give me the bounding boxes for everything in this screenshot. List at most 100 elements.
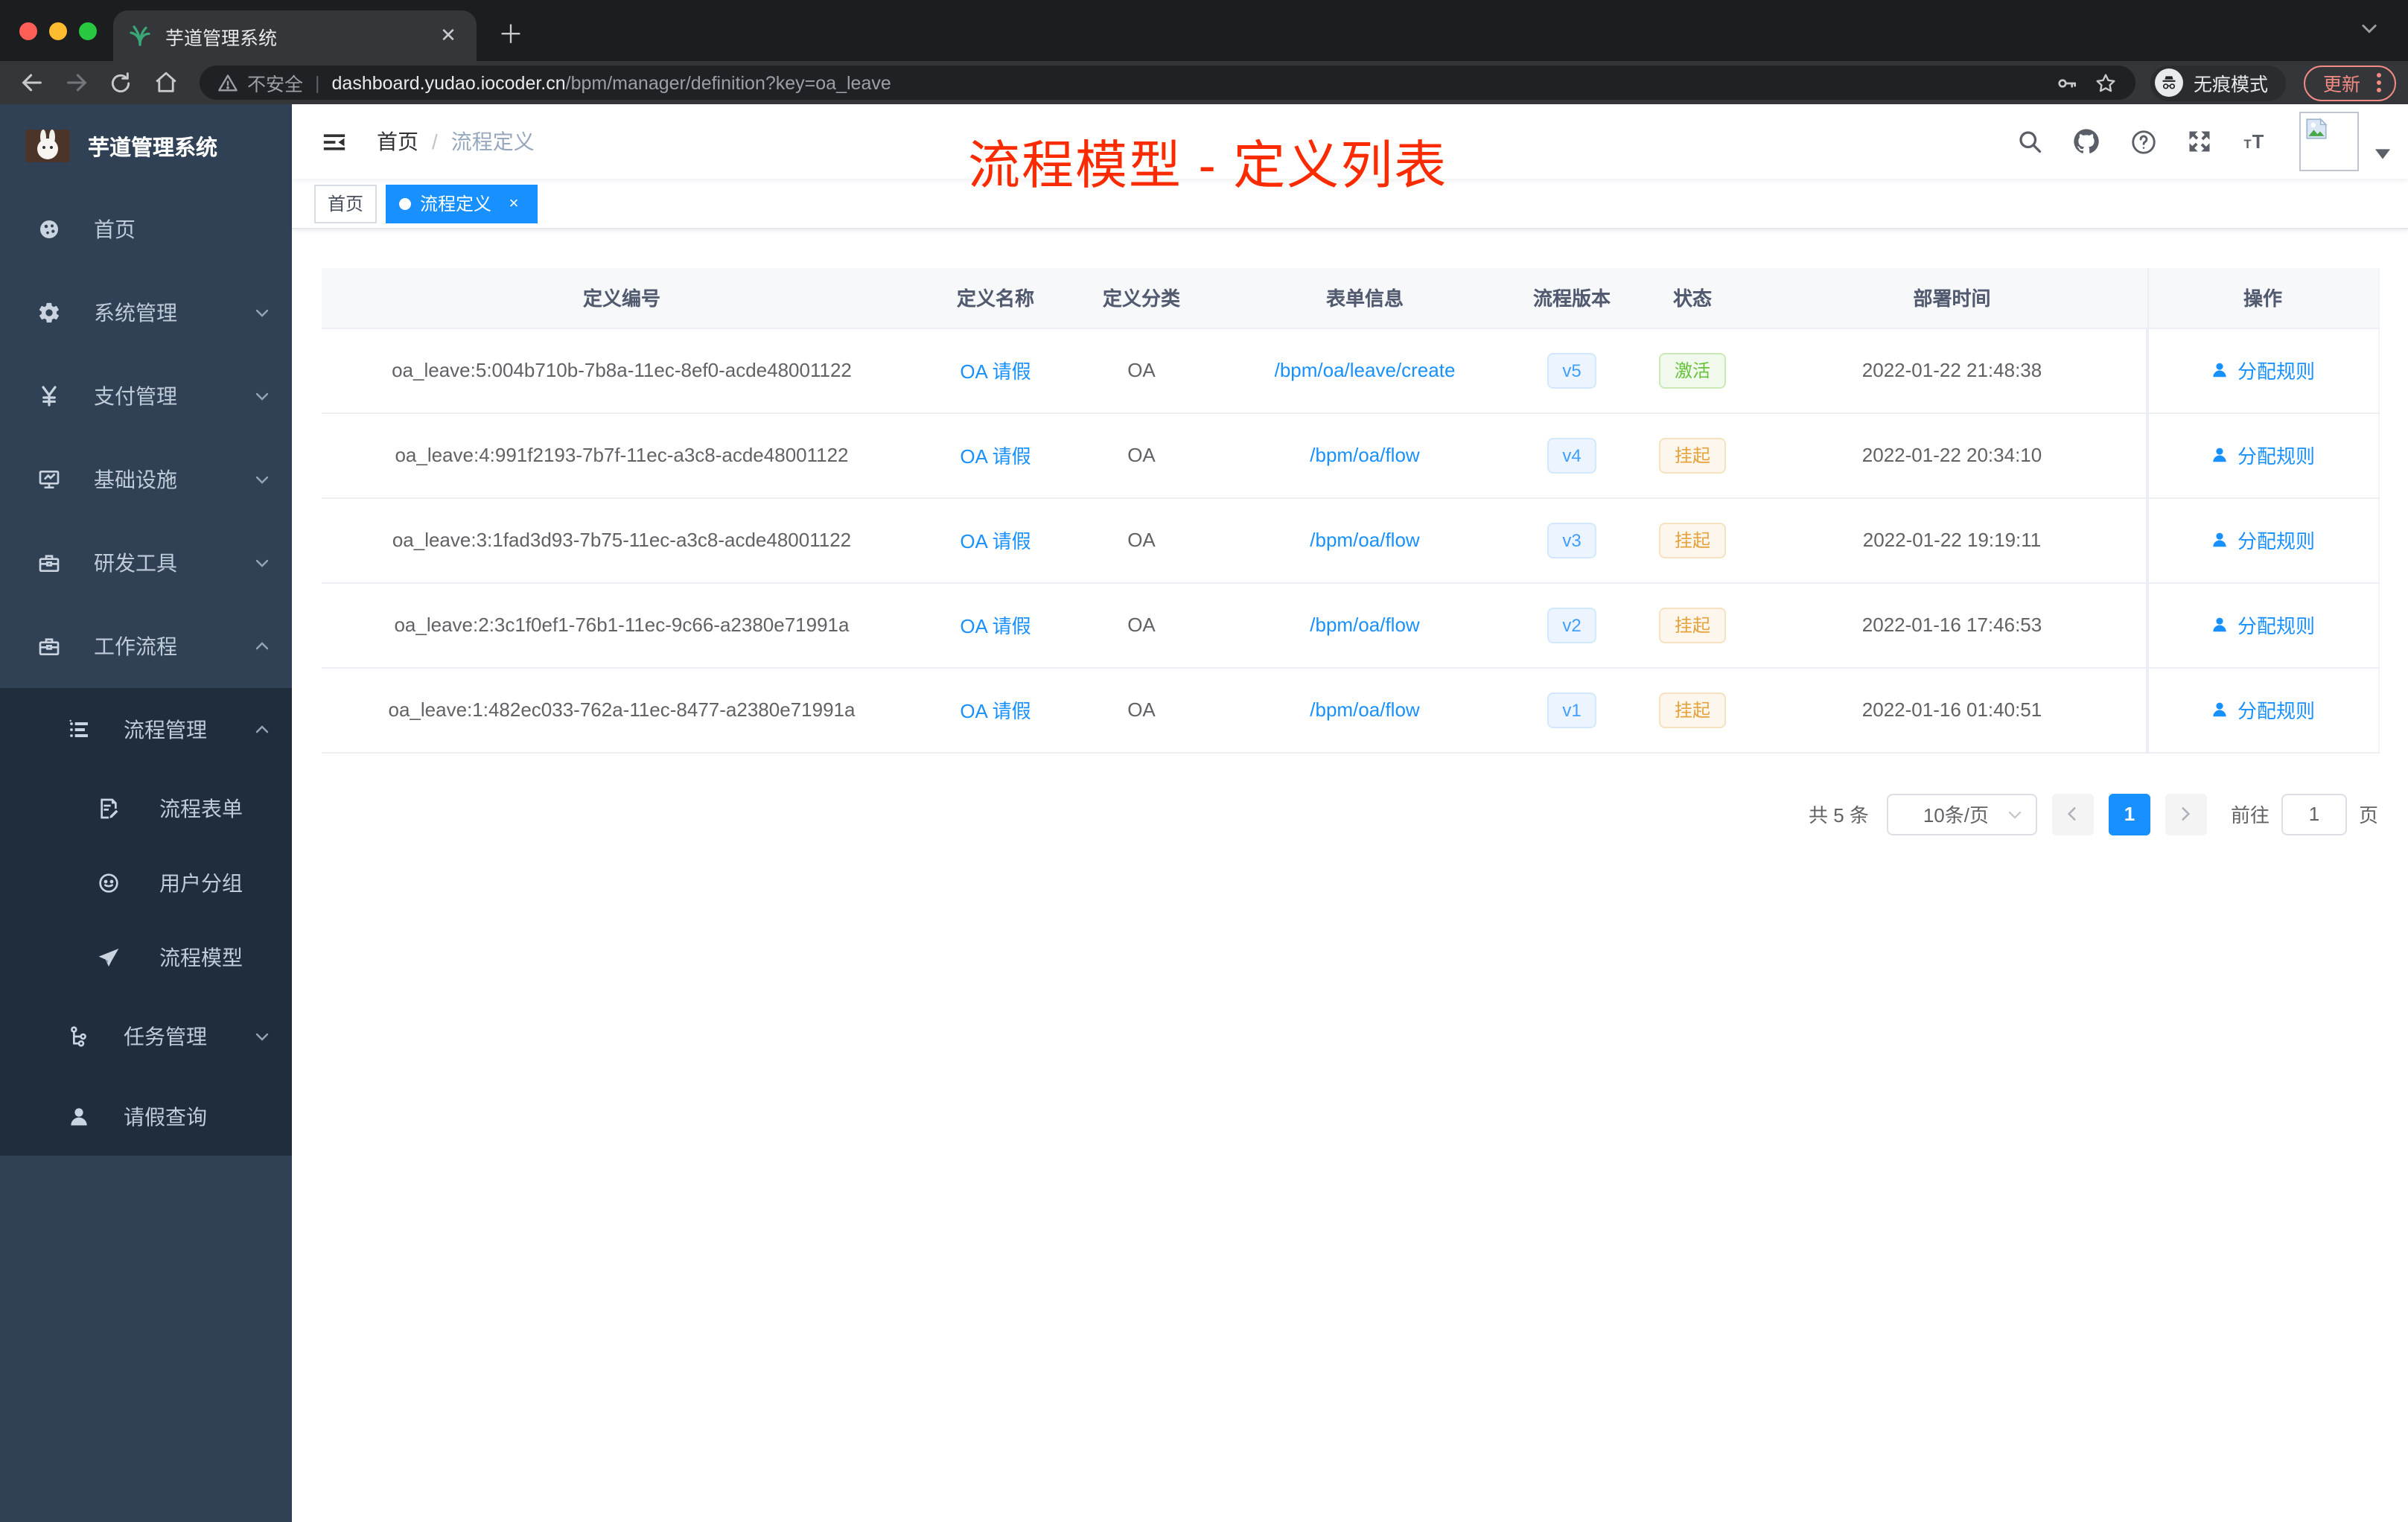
chevron-up-icon bbox=[255, 725, 269, 733]
breadcrumb: 首页 / 流程定义 bbox=[377, 127, 535, 156]
sidebar-item-label: 流程表单 bbox=[159, 797, 243, 821]
column-header-status: 状态 bbox=[1628, 268, 1757, 328]
sidebar-item-label: 支付管理 bbox=[94, 384, 177, 408]
breadcrumb-home[interactable]: 首页 bbox=[377, 127, 418, 156]
assign-rule-link[interactable]: 分配规则 bbox=[2211, 356, 2315, 384]
minimize-window-button[interactable] bbox=[49, 22, 67, 40]
cell-deploy-time: 2022-01-22 21:48:38 bbox=[1757, 328, 2147, 413]
tab-search-chevron-icon[interactable] bbox=[2359, 18, 2380, 39]
form-link[interactable]: /bpm/oa/flow bbox=[1310, 614, 1419, 636]
definition-name-link[interactable]: OA 请假 bbox=[960, 615, 1031, 637]
list-icon bbox=[69, 719, 88, 737]
toolbox-icon bbox=[39, 555, 60, 572]
definition-name-link[interactable]: OA 请假 bbox=[960, 530, 1031, 553]
forward-button[interactable] bbox=[57, 65, 95, 101]
incognito-label: 无痕模式 bbox=[2193, 74, 2268, 95]
help-icon[interactable] bbox=[2130, 127, 2158, 156]
page-content: 定义编号 定义名称 定义分类 表单信息 流程版本 状态 部署时间 操作 oa_l bbox=[292, 229, 2408, 1522]
version-badge: v2 bbox=[1547, 607, 1596, 643]
browser-menu-icon[interactable] bbox=[2372, 73, 2386, 92]
reload-button[interactable] bbox=[101, 65, 140, 101]
sidebar-item-leave-query[interactable]: 请假查询 bbox=[0, 1078, 292, 1156]
sidebar-item-infra[interactable]: 基础设施 bbox=[0, 438, 292, 521]
sidebar-item-devtools[interactable]: 研发工具 bbox=[0, 521, 292, 605]
browser-tab[interactable]: 芋道管理系统 ✕ bbox=[113, 10, 477, 61]
user-icon bbox=[2214, 617, 2227, 632]
sidebar-item-system[interactable]: 系统管理 bbox=[0, 271, 292, 354]
update-label: 更新 bbox=[2322, 74, 2360, 95]
user-avatar[interactable] bbox=[2299, 112, 2359, 171]
form-link[interactable]: /bpm/oa/flow bbox=[1310, 698, 1419, 721]
annotation-title: 流程模型 - 定义列表 bbox=[968, 137, 1448, 195]
prev-page-button[interactable] bbox=[2051, 793, 2094, 835]
sidebar-item-home[interactable]: 首页 bbox=[0, 188, 292, 271]
fullscreen-icon[interactable] bbox=[2186, 128, 2213, 155]
sidebar: 芋道管理系统 首页 系统管理 支付管理 基础设施 研发工具 工作流程 流程管理 … bbox=[0, 104, 292, 1522]
fullscreen-window-button[interactable] bbox=[79, 22, 97, 40]
sidebar-item-label: 请假查询 bbox=[124, 1105, 207, 1129]
chevron-up-icon bbox=[255, 642, 269, 650]
goto-page-input[interactable] bbox=[2281, 793, 2347, 835]
sidebar-item-payment[interactable]: 支付管理 bbox=[0, 354, 292, 438]
assign-rule-link[interactable]: 分配规则 bbox=[2211, 441, 2315, 469]
reload-icon bbox=[111, 71, 130, 92]
assign-rule-link[interactable]: 分配规则 bbox=[2211, 526, 2315, 554]
screenshot-root: 芋道管理系统 ✕ ＋ 不安全 | dashboard.yudao.iocoder… bbox=[0, 0, 2408, 1522]
pagination-total: 共 5 条 bbox=[1809, 804, 1869, 827]
table-row: oa_leave:2:3c1f0ef1-76b1-11ec-9c66-a2380… bbox=[322, 582, 2378, 668]
home-button[interactable] bbox=[146, 65, 185, 101]
page-number-button[interactable]: 1 bbox=[2108, 793, 2150, 835]
sidebar-item-workflow[interactable]: 工作流程 bbox=[0, 605, 292, 688]
form-link[interactable]: /bpm/oa/flow bbox=[1310, 529, 1419, 551]
tag-home[interactable]: 首页 bbox=[314, 184, 378, 223]
tab-close-icon[interactable]: ✕ bbox=[435, 22, 462, 49]
tag-process-definition[interactable]: 流程定义 × bbox=[386, 184, 538, 223]
bookmark-star-icon[interactable] bbox=[2094, 71, 2118, 95]
definition-name-link[interactable]: OA 请假 bbox=[960, 700, 1031, 722]
close-window-button[interactable] bbox=[19, 22, 37, 40]
sidebar-item-process-mgmt[interactable]: 流程管理 bbox=[0, 688, 292, 771]
tab-title: 芋道管理系统 bbox=[165, 28, 278, 48]
new-tab-button[interactable]: ＋ bbox=[491, 12, 530, 51]
definition-name-link[interactable]: OA 请假 bbox=[960, 360, 1031, 383]
back-button[interactable] bbox=[12, 65, 51, 101]
page-size-select[interactable]: 10条/页 bbox=[1886, 793, 2037, 835]
cell-deploy-time: 2022-01-16 17:46:53 bbox=[1757, 582, 2147, 668]
cell-definition-id: oa_leave:2:3c1f0ef1-76b1-11ec-9c66-a2380… bbox=[322, 582, 922, 668]
sidebar-item-process-form[interactable]: 流程表单 bbox=[0, 771, 292, 846]
caret-down-icon[interactable] bbox=[2375, 148, 2390, 159]
sidebar-fold-button[interactable] bbox=[314, 122, 353, 161]
home-icon bbox=[155, 71, 176, 92]
sidebar-item-label: 流程管理 bbox=[124, 718, 207, 742]
sidebar-item-process-model[interactable]: 流程模型 bbox=[0, 920, 292, 995]
cell-deploy-time: 2022-01-22 20:34:10 bbox=[1757, 413, 2147, 498]
assign-rule-link[interactable]: 分配规则 bbox=[2211, 695, 2315, 724]
font-size-icon[interactable]: TT bbox=[2241, 128, 2271, 155]
tag-close-icon[interactable]: × bbox=[503, 193, 524, 214]
definition-name-link[interactable]: OA 请假 bbox=[960, 445, 1031, 468]
cell-category: OA bbox=[1069, 582, 1214, 668]
not-secure-label: 不安全 bbox=[247, 74, 304, 95]
key-icon[interactable] bbox=[2055, 71, 2079, 95]
sidebar-item-user-group[interactable]: 用户分组 bbox=[0, 846, 292, 920]
not-secure-warning-icon bbox=[218, 74, 238, 91]
sidebar-logo[interactable]: 芋道管理系统 bbox=[0, 104, 292, 188]
arrow-right-icon bbox=[66, 74, 86, 92]
sidebar-item-label: 用户分组 bbox=[159, 871, 243, 895]
sidebar-item-task-mgmt[interactable]: 任务管理 bbox=[0, 995, 292, 1078]
status-badge: 挂起 bbox=[1659, 437, 1725, 473]
status-badge: 挂起 bbox=[1659, 522, 1725, 558]
form-link[interactable]: /bpm/oa/flow bbox=[1310, 444, 1419, 466]
next-page-button[interactable] bbox=[2165, 793, 2207, 835]
github-icon[interactable] bbox=[2071, 127, 2101, 156]
address-bar[interactable]: 不安全 | dashboard.yudao.iocoder.cn /bpm/ma… bbox=[200, 66, 2135, 100]
column-header-actions: 操作 bbox=[2147, 268, 2378, 328]
form-link[interactable]: /bpm/oa/leave/create bbox=[1275, 359, 1456, 381]
incognito-icon bbox=[2154, 69, 2183, 97]
url-path: /bpm/manager/definition?key=oa_leave bbox=[565, 72, 891, 93]
update-browser-button[interactable]: 更新 bbox=[2303, 65, 2396, 101]
url-host: dashboard.yudao.iocoder.cn bbox=[331, 72, 566, 93]
briefcase-icon bbox=[39, 638, 60, 655]
search-icon[interactable] bbox=[2016, 128, 2043, 155]
assign-rule-link[interactable]: 分配规则 bbox=[2211, 611, 2315, 639]
